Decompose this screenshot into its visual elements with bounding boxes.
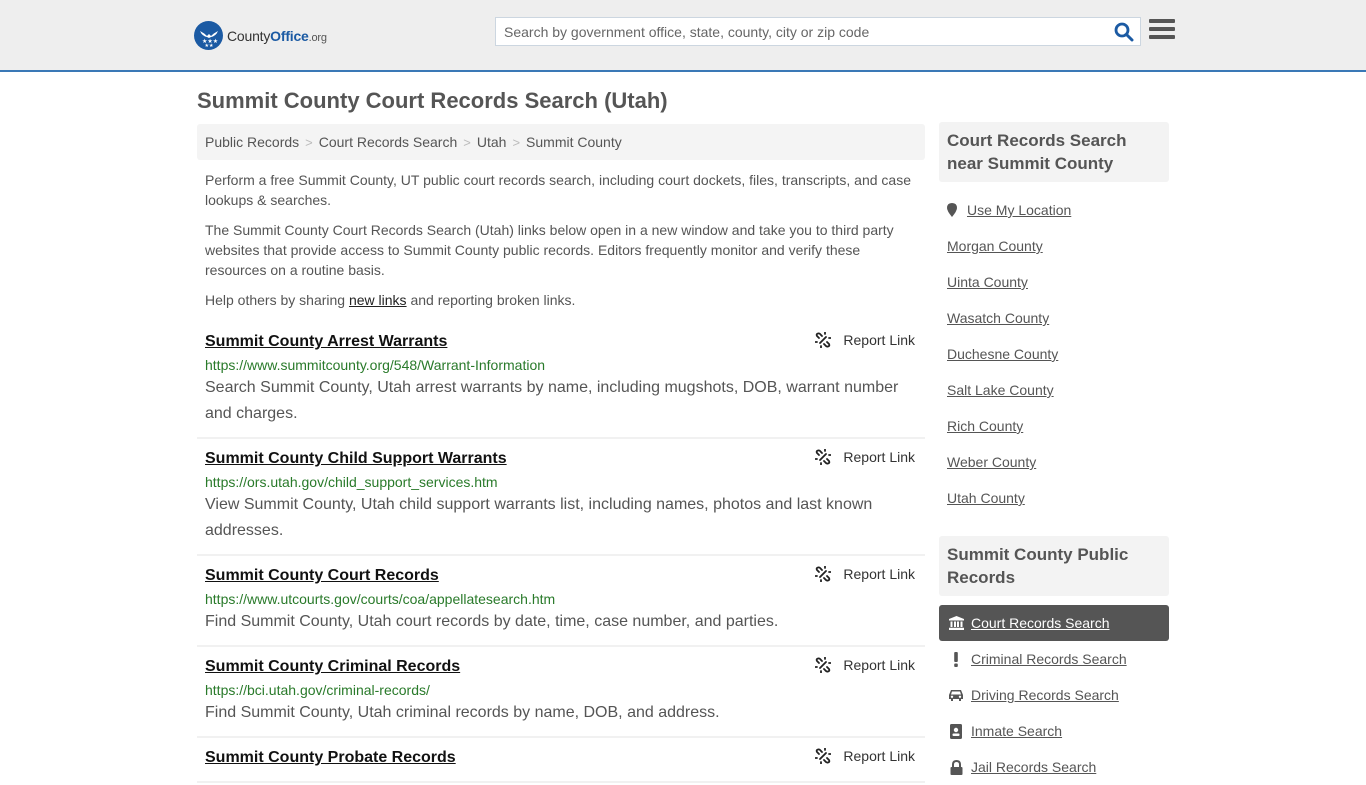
breadcrumb-court-records-search[interactable]: Court Records Search — [319, 134, 458, 150]
result-url[interactable]: https://www.utcourts.gov/courts/coa/appe… — [205, 589, 917, 609]
hamburger-menu-icon-bar — [1149, 19, 1175, 23]
nearby-county-link[interactable]: Salt Lake County — [947, 382, 1054, 398]
broken-link-icon — [815, 566, 832, 582]
search-box — [495, 17, 1141, 46]
site-header: ★★★ ★★ CountyOffice.org — [0, 0, 1366, 72]
result-description: Search Summit County, Utah arrest warran… — [205, 379, 899, 422]
id-badge-icon — [948, 723, 964, 739]
sidebar-item-inmate-search[interactable]: Inmate Search — [939, 713, 1169, 749]
sidebar-link[interactable]: Criminal Records Search — [971, 651, 1127, 667]
broken-link-icon — [815, 748, 832, 764]
breadcrumb-separator: > — [305, 135, 313, 150]
result-title-link[interactable]: Summit County Probate Records — [205, 747, 917, 769]
hamburger-menu-button[interactable] — [1149, 19, 1175, 42]
breadcrumb-separator: > — [512, 135, 521, 150]
exclamation-icon — [948, 651, 964, 667]
breadcrumb-summit-county[interactable]: Summit County — [526, 134, 622, 150]
result-title-link[interactable]: Summit County Arrest Warrants — [205, 331, 917, 353]
nearby-county-link[interactable]: Duchesne County — [947, 346, 1058, 362]
result-url[interactable]: https://bci.utah.gov/criminal-records/ — [205, 680, 917, 700]
site-logo[interactable]: ★★★ ★★ CountyOffice.org — [194, 21, 327, 50]
nearby-county-link[interactable]: Rich County — [947, 418, 1023, 434]
public-records-list: Court Records Search Criminal Records Se… — [939, 605, 1169, 785]
report-link-button[interactable]: Report Link — [815, 449, 915, 465]
sidebar-link[interactable]: Court Records Search — [971, 615, 1110, 631]
public-records-heading: Summit County Public Records — [939, 536, 1169, 596]
results-list: Summit County Arrest Warrants https://ww… — [197, 322, 925, 783]
lock-icon — [948, 759, 964, 775]
result-item: Summit County Criminal Records https://b… — [197, 647, 925, 738]
nearby-county-item: Rich County — [939, 408, 1169, 444]
eagle-logo-icon: ★★★ ★★ — [194, 21, 223, 50]
nearby-county-link[interactable]: Uinta County — [947, 274, 1028, 290]
report-link-button[interactable]: Report Link — [815, 566, 915, 582]
nearby-counties-list: Use My Location Morgan County Uinta Coun… — [939, 192, 1169, 516]
sidebar-link[interactable]: Inmate Search — [971, 723, 1062, 739]
use-my-location-link[interactable]: Use My Location — [967, 202, 1071, 218]
hamburger-menu-icon-bar — [1149, 27, 1175, 31]
public-records-panel: Summit County Public Records Court Recor… — [939, 536, 1169, 785]
logo-wordmark: CountyOffice.org — [227, 27, 327, 44]
result-url[interactable]: https://www.summitcounty.org/548/Warrant… — [205, 355, 917, 375]
search-button[interactable] — [1114, 22, 1134, 42]
broken-link-icon — [815, 657, 832, 673]
result-item: Summit County Court Records https://www.… — [197, 556, 925, 647]
breadcrumb-utah[interactable]: Utah — [477, 134, 507, 150]
sidebar-item-criminal-records-search[interactable]: Criminal Records Search — [939, 641, 1169, 677]
nearby-county-item: Salt Lake County — [939, 372, 1169, 408]
courthouse-icon — [948, 616, 964, 630]
breadcrumb-public-records[interactable]: Public Records — [205, 134, 299, 150]
map-pin-icon — [947, 203, 957, 217]
nearby-county-item: Utah County — [939, 480, 1169, 516]
result-item: Summit County Arrest Warrants https://ww… — [197, 322, 925, 439]
nearby-county-item: Uinta County — [939, 264, 1169, 300]
broken-link-icon — [815, 332, 832, 348]
result-description: Find Summit County, Utah court records b… — [205, 613, 779, 630]
nearby-county-link[interactable]: Utah County — [947, 490, 1025, 506]
broken-link-icon — [815, 449, 832, 465]
nearby-heading: Court Records Search near Summit County — [939, 122, 1169, 182]
hamburger-menu-icon-bar — [1149, 35, 1175, 39]
nearby-county-item: Duchesne County — [939, 336, 1169, 372]
intro-paragraph: Perform a free Summit County, UT public … — [205, 172, 911, 208]
result-url[interactable]: https://ors.utah.gov/child_support_servi… — [205, 472, 917, 492]
nearby-county-item: Weber County — [939, 444, 1169, 480]
report-link-button[interactable]: Report Link — [815, 748, 915, 764]
result-description: Find Summit County, Utah criminal record… — [205, 704, 720, 721]
use-my-location-item: Use My Location — [939, 192, 1169, 228]
nearby-county-link[interactable]: Morgan County — [947, 238, 1043, 254]
result-title-link[interactable]: Summit County Court Records — [205, 565, 917, 587]
result-title-link[interactable]: Summit County Child Support Warrants — [205, 448, 917, 470]
intro-paragraph: The Summit County Court Records Search (… — [205, 222, 894, 278]
sidebar-item-driving-records-search[interactable]: Driving Records Search — [939, 677, 1169, 713]
svg-text:★★: ★★ — [204, 43, 213, 47]
help-paragraph: Help others by sharing new links and rep… — [205, 292, 576, 308]
intro-text: Perform a free Summit County, UT public … — [205, 170, 920, 320]
page-title: Summit County Court Records Search (Utah… — [197, 88, 668, 113]
sidebar-link[interactable]: Jail Records Search — [971, 759, 1096, 775]
sidebar-item-jail-records-search[interactable]: Jail Records Search — [939, 749, 1169, 785]
search-icon — [1114, 22, 1134, 42]
nearby-county-link[interactable]: Wasatch County — [947, 310, 1049, 326]
new-links-link[interactable]: new links — [349, 292, 407, 308]
sidebar-item-court-records-search[interactable]: Court Records Search — [939, 605, 1169, 641]
nearby-county-link[interactable]: Weber County — [947, 454, 1036, 470]
report-link-button[interactable]: Report Link — [815, 657, 915, 673]
search-input[interactable] — [496, 18, 1106, 45]
sidebar-link[interactable]: Driving Records Search — [971, 687, 1119, 703]
nearby-counties-panel: Court Records Search near Summit County … — [939, 122, 1169, 516]
result-description: View Summit County, Utah child support w… — [205, 496, 873, 539]
report-link-button[interactable]: Report Link — [815, 332, 915, 348]
result-item: Summit County Child Support Warrants htt… — [197, 439, 925, 556]
result-title-link[interactable]: Summit County Criminal Records — [205, 656, 917, 678]
car-icon — [948, 689, 964, 701]
nearby-county-item: Morgan County — [939, 228, 1169, 264]
nearby-county-item: Wasatch County — [939, 300, 1169, 336]
breadcrumb-separator: > — [463, 135, 471, 150]
breadcrumb: Public Records > Court Records Search > Utah… — [197, 124, 925, 160]
result-item: Summit County Probate Records Report Lin… — [197, 738, 925, 783]
